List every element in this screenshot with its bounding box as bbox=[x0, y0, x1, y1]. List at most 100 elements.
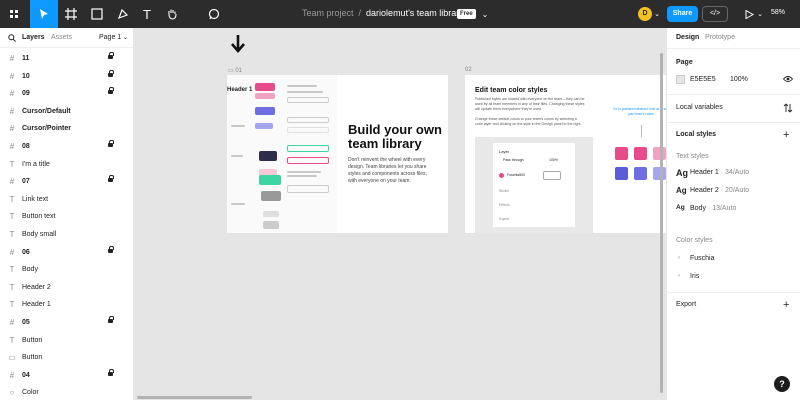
layer-row[interactable]: #10 bbox=[0, 68, 133, 85]
horizontal-scrollbar[interactable] bbox=[137, 396, 252, 399]
text-style-name: Body bbox=[690, 205, 706, 212]
frame-label[interactable]: ▭ 01 bbox=[228, 67, 242, 74]
page-opacity[interactable]: 100% bbox=[730, 76, 748, 83]
frame-icon: # bbox=[9, 106, 15, 116]
layer-row[interactable]: T I'm a title bbox=[0, 156, 133, 173]
layer-row[interactable]: # Cursor/Default bbox=[0, 103, 133, 120]
frame-icon: # bbox=[9, 247, 15, 257]
local-variables-label[interactable]: Local variables bbox=[676, 104, 723, 111]
tab-layers[interactable]: Layers bbox=[22, 34, 45, 41]
color-styles-label: Color styles bbox=[676, 237, 713, 244]
color-style-item[interactable]: Iris bbox=[690, 273, 699, 280]
swatch-fuschia bbox=[255, 83, 275, 91]
swatch-lavender bbox=[255, 123, 273, 129]
lock-icon[interactable] bbox=[108, 87, 114, 95]
frame-01[interactable]: Header 1 Build your own team library Don… bbox=[227, 75, 448, 233]
layer-row[interactable]: ○ Color bbox=[0, 384, 133, 400]
lock-icon[interactable] bbox=[108, 368, 114, 376]
page-color-swatch[interactable] bbox=[676, 75, 685, 84]
comment-tool-icon[interactable] bbox=[204, 0, 224, 28]
layer-row[interactable]: T Body bbox=[0, 261, 133, 278]
play-icon[interactable] bbox=[742, 0, 756, 28]
layer-row[interactable]: #06 bbox=[0, 244, 133, 261]
text-style-item[interactable]: Header 2 · 20/Auto bbox=[690, 187, 749, 194]
lock-icon[interactable] bbox=[108, 245, 114, 253]
layer-row[interactable]: # Cursor/Pointer bbox=[0, 120, 133, 137]
file-name[interactable]: dariolemut's team library bbox=[366, 8, 464, 18]
variables-icon[interactable] bbox=[783, 103, 793, 115]
preview-header: Header 1 bbox=[227, 87, 253, 93]
frame-label[interactable]: 02 bbox=[465, 67, 472, 73]
file-title[interactable]: Team project / dariolemut's team library bbox=[302, 8, 464, 18]
text-layer-icon: T bbox=[9, 282, 15, 292]
color-style-item[interactable]: Fuschia bbox=[690, 255, 715, 262]
lock-icon[interactable] bbox=[108, 69, 114, 77]
frame-tool-icon[interactable] bbox=[60, 0, 82, 28]
text-style-item[interactable]: Body · 13/Auto bbox=[690, 205, 736, 212]
tab-prototype[interactable]: Prototype bbox=[705, 34, 735, 41]
move-tool-icon[interactable] bbox=[30, 0, 58, 28]
figma-menu-icon[interactable] bbox=[4, 0, 24, 28]
text-style-spec: 20/Auto bbox=[725, 187, 750, 194]
vertical-scrollbar[interactable] bbox=[660, 53, 663, 393]
chevron-down-icon[interactable]: ⌄ bbox=[478, 0, 492, 28]
share-button[interactable]: Share bbox=[667, 6, 698, 22]
page-selector[interactable]: Page 1 bbox=[99, 34, 121, 41]
lock-icon[interactable] bbox=[108, 52, 114, 59]
project-name[interactable]: Team project bbox=[302, 8, 354, 18]
layer-row[interactable]: #11 bbox=[0, 50, 133, 67]
eye-icon[interactable] bbox=[782, 75, 794, 85]
shape-tool-icon[interactable] bbox=[86, 0, 108, 28]
layer-name: 05 bbox=[22, 319, 30, 326]
export-label[interactable]: Export bbox=[676, 301, 696, 308]
mock-layer-label: Layer bbox=[499, 149, 510, 154]
frame-icon: # bbox=[9, 177, 15, 187]
chevron-right-icon[interactable]: › bbox=[678, 255, 680, 261]
layer-row[interactable]: ▭ Button bbox=[0, 349, 133, 366]
ellipse-icon: ○ bbox=[9, 388, 15, 398]
layer-row[interactable]: T Link text bbox=[0, 191, 133, 208]
text-tool-icon[interactable]: T bbox=[138, 0, 156, 28]
layer-row[interactable]: #09 bbox=[0, 85, 133, 102]
layer-row[interactable]: T Body small bbox=[0, 226, 133, 243]
chevron-down-icon[interactable]: ⌄ bbox=[123, 34, 128, 41]
layer-name: 04 bbox=[22, 371, 30, 379]
search-icon[interactable] bbox=[8, 34, 16, 44]
tab-assets[interactable]: Assets bbox=[51, 34, 72, 41]
layer-row[interactable]: T Header 2 bbox=[0, 279, 133, 296]
mock-fill-swatch bbox=[499, 173, 504, 178]
chevron-right-icon[interactable]: › bbox=[678, 273, 680, 279]
layer-name: 10 bbox=[22, 72, 30, 80]
layer-name: I'm a title bbox=[22, 160, 50, 168]
tab-design[interactable]: Design bbox=[676, 34, 699, 41]
avatar[interactable]: D bbox=[638, 7, 652, 21]
layer-row[interactable]: #07 bbox=[0, 173, 133, 190]
chevron-down-icon[interactable]: ⌄ bbox=[652, 0, 662, 28]
mock-row: Export bbox=[499, 217, 510, 221]
chevron-down-icon[interactable]: ⌄ bbox=[756, 0, 764, 28]
lock-icon[interactable] bbox=[108, 175, 114, 183]
pen-tool-icon[interactable] bbox=[112, 0, 134, 28]
page-color-hex[interactable]: E5E5E5 bbox=[690, 76, 716, 83]
text-layer-icon: T bbox=[9, 194, 15, 204]
lock-icon[interactable] bbox=[108, 316, 114, 323]
canvas[interactable]: ▭ 01 Header 1 Build your own team librar… bbox=[134, 28, 666, 400]
hand-tool-icon[interactable] bbox=[162, 0, 182, 28]
layer-row[interactable]: #04 bbox=[0, 367, 133, 384]
zoom-level[interactable]: 58% bbox=[771, 9, 785, 16]
layer-row[interactable]: T Button bbox=[0, 332, 133, 349]
layer-row[interactable]: #05 bbox=[0, 314, 133, 331]
layer-row[interactable]: T Button text bbox=[0, 208, 133, 225]
frame-02[interactable]: Edit team color styles Published styles … bbox=[465, 75, 666, 233]
frame2-title: Edit team color styles bbox=[475, 87, 548, 94]
frame-icon: # bbox=[9, 124, 15, 134]
lock-icon[interactable] bbox=[108, 140, 114, 147]
text-style-item[interactable]: Header 1 · 34/Auto bbox=[690, 169, 749, 176]
layer-row[interactable]: #08 bbox=[0, 138, 133, 155]
frame1-headline: Build your own team library bbox=[348, 122, 442, 151]
help-button[interactable]: ? bbox=[774, 376, 790, 392]
layer-row[interactable]: T Header 1 bbox=[0, 296, 133, 313]
add-export-icon[interactable]: + bbox=[783, 299, 789, 311]
dev-mode-toggle[interactable]: </> bbox=[702, 6, 728, 22]
add-style-icon[interactable]: + bbox=[783, 129, 789, 141]
